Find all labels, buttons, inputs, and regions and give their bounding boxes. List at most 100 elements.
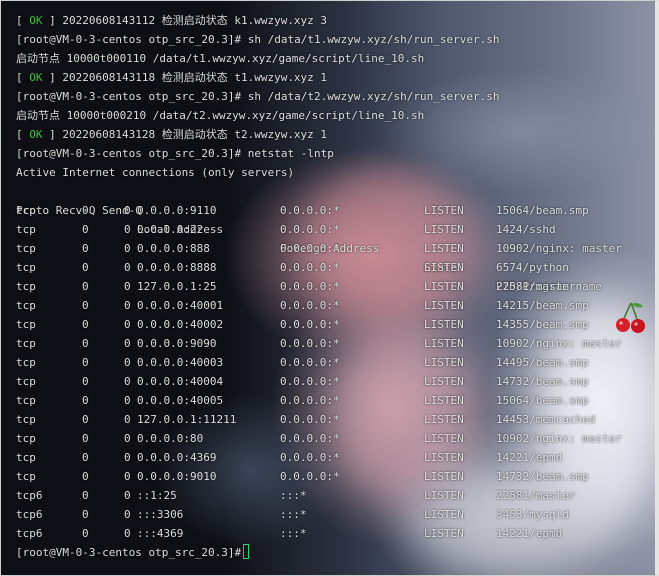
cell-proto: tcp6	[16, 489, 43, 502]
cell-recv-q: 0	[82, 413, 89, 426]
cell-send-q: 0	[124, 261, 131, 274]
cell-foreign-address: 0.0.0.0:*	[280, 451, 340, 464]
cell-recv-q: 0	[82, 204, 89, 217]
cell-send-q: 0	[124, 299, 131, 312]
cell-recv-q: 0	[82, 394, 89, 407]
cell-proto: tcp6	[16, 508, 43, 521]
cell-local-address: 127.0.0.1:11211	[137, 413, 237, 426]
cell-pid-program: 14495/beam.smp	[496, 356, 589, 369]
cell-state: LISTEN	[424, 451, 464, 464]
cell-foreign-address: 0.0.0.0:*	[280, 337, 340, 350]
cell-foreign-address: :::*	[280, 508, 307, 521]
cell-send-q: 0	[124, 527, 131, 540]
cell-proto: tcp	[16, 280, 36, 293]
cell-recv-q: 0	[82, 489, 89, 502]
table-row: tcp 0 0 0.0.0.0:4369 0.0.0.0:* LISTEN 14221/ep…	[16, 448, 562, 467]
cell-foreign-address: 0.0.0.0:*	[280, 470, 340, 483]
cell-state: LISTEN	[424, 527, 464, 540]
prompt-line[interactable]: [root@VM-0-3-centos otp_src_20.3]#	[16, 543, 499, 562]
ok-message: 20220608143128 检测启动状态 t2.wwzyw.xyz 1	[55, 128, 328, 141]
cell-proto: tcp	[16, 204, 36, 217]
cell-pid-program: 15064/beam.smp	[496, 394, 589, 407]
cell-pid-program: 1424/sshd	[496, 223, 556, 236]
cell-local-address: 0.0.0.0:9090	[137, 337, 217, 350]
cell-state: LISTEN	[424, 299, 464, 312]
cell-proto: tcp	[16, 470, 36, 483]
bracket-close: ]	[42, 14, 56, 27]
output-line: 启动节点 10000t000210 /data/t2.wwzyw.xyz/gam…	[16, 109, 425, 122]
table-row: tcp6 0 0:::4369:::* LISTEN 14221/epmd	[16, 524, 562, 543]
cell-local-address: 0.0.0.0:80	[137, 432, 204, 445]
cell-recv-q: 0	[82, 299, 89, 312]
ok-message: 20220608143112 检测启动状态 k1.wwzyw.xyz 3	[55, 14, 328, 27]
cell-send-q: 0	[124, 470, 131, 483]
table-row: tcp 0 0 0.0.0.0:9010 0.0.0.0:* LISTEN 14732/be…	[16, 467, 589, 486]
table-row: tcp 0 0 0.0.0.0:40001 0.0.0.0:* LISTEN 14215/b…	[16, 296, 589, 315]
cell-local-address: 0.0.0.0:8888	[137, 261, 217, 274]
cell-proto: tcp	[16, 223, 36, 236]
cell-state: LISTEN	[424, 432, 464, 445]
terminal-output: [ OK ] 20220608143112 检测启动状态 k1.wwzyw.xy…	[16, 11, 622, 562]
cherry-icon	[616, 302, 645, 333]
output-line: Active Internet connections (only server…	[16, 166, 295, 179]
ok-status: OK	[29, 14, 43, 27]
cell-pid-program: 14732/beam.smp	[496, 375, 589, 388]
cell-recv-q: 0	[82, 318, 89, 331]
cell-local-address: 0.0.0.0:40002	[137, 318, 224, 331]
cell-proto: tcp	[16, 242, 36, 255]
cell-local-address: 0.0.0.0:40004	[137, 375, 224, 388]
cell-recv-q: 0	[82, 223, 89, 236]
terminal-window[interactable]: [ OK ] 20220608143112 检测启动状态 k1.wwzyw.xy…	[0, 0, 659, 576]
cell-recv-q: 0	[82, 261, 89, 274]
bracket-open: [	[16, 14, 30, 27]
cell-foreign-address: :::*	[280, 527, 307, 540]
cell-state: LISTEN	[424, 242, 464, 255]
cell-local-address: :::3306	[137, 508, 184, 521]
cell-foreign-address: 0.0.0.0:*	[280, 280, 340, 293]
bracket-close: ]	[42, 71, 56, 84]
cell-pid-program: 10902/nginx: master	[496, 337, 622, 350]
cell-pid-program: 22581/master	[496, 489, 576, 502]
cell-local-address: 0.0.0.0:4369	[137, 451, 217, 464]
cell-recv-q: 0	[82, 242, 89, 255]
cell-foreign-address: 0.0.0.0:*	[280, 356, 340, 369]
netstat-rows: tcp 0 0 0.0.0.0:9110 0.0.0.0:* LISTEN 15064/be…	[16, 201, 622, 543]
cell-recv-q: 0	[82, 451, 89, 464]
table-row: tcp 0 0 0.0.0.0:40003 0.0.0.0:* LISTEN 14495/b…	[16, 353, 589, 372]
cell-foreign-address: 0.0.0.0:*	[280, 413, 340, 426]
table-row: tcp 0 0 0.0.0.0:40004 0.0.0.0:* LISTEN 14732/b…	[16, 372, 589, 391]
cell-state: LISTEN	[424, 280, 464, 293]
cell-recv-q: 0	[82, 280, 89, 293]
cell-recv-q: 0	[82, 527, 89, 540]
cell-pid-program: 6574/python	[496, 261, 569, 274]
table-row: tcp 0 0 0.0.0.0:40002 0.0.0.0:* LISTEN 14355/b…	[16, 315, 589, 334]
cell-state: LISTEN	[424, 375, 464, 388]
cell-send-q: 0	[124, 451, 131, 464]
table-row: tcp 0 0 0.0.0.0:888 0.0.0.0:* LISTEN 10902/ngi…	[16, 239, 622, 258]
cell-recv-q: 0	[82, 356, 89, 369]
cell-pid-program: 14215/beam.smp	[496, 299, 589, 312]
cell-local-address: 0.0.0.0:9010	[137, 470, 217, 483]
cell-send-q: 0	[124, 508, 131, 521]
table-row: tcp 0 0 127.0.0.1:11211 0.0.0.0:* LISTEN 14453…	[16, 410, 595, 429]
cell-recv-q: 0	[82, 375, 89, 388]
cell-proto: tcp	[16, 432, 36, 445]
cell-send-q: 0	[124, 375, 131, 388]
cell-pid-program: 14355/beam.smp	[496, 318, 589, 331]
cell-local-address: :::4369	[137, 527, 184, 540]
cell-foreign-address: :::*	[280, 489, 307, 502]
cell-recv-q: 0	[82, 432, 89, 445]
cell-send-q: 0	[124, 413, 131, 426]
cell-send-q: 0	[124, 204, 131, 217]
cell-proto: tcp	[16, 318, 36, 331]
cell-proto: tcp6	[16, 527, 43, 540]
cell-send-q: 0	[124, 394, 131, 407]
cell-send-q: 0	[124, 337, 131, 350]
bracket-close: ]	[42, 128, 56, 141]
cell-state: LISTEN	[424, 337, 464, 350]
table-row: tcp 0 0 0.0.0.0:22 0.0.0.0:* LISTEN 1424/sshd	[16, 220, 556, 239]
cell-foreign-address: 0.0.0.0:*	[280, 261, 340, 274]
cell-state: LISTEN	[424, 394, 464, 407]
cell-local-address: 127.0.0.1:25	[137, 280, 217, 293]
table-row: tcp 0 0 0.0.0.0:9090 0.0.0.0:* LISTEN 10902/ng…	[16, 334, 622, 353]
